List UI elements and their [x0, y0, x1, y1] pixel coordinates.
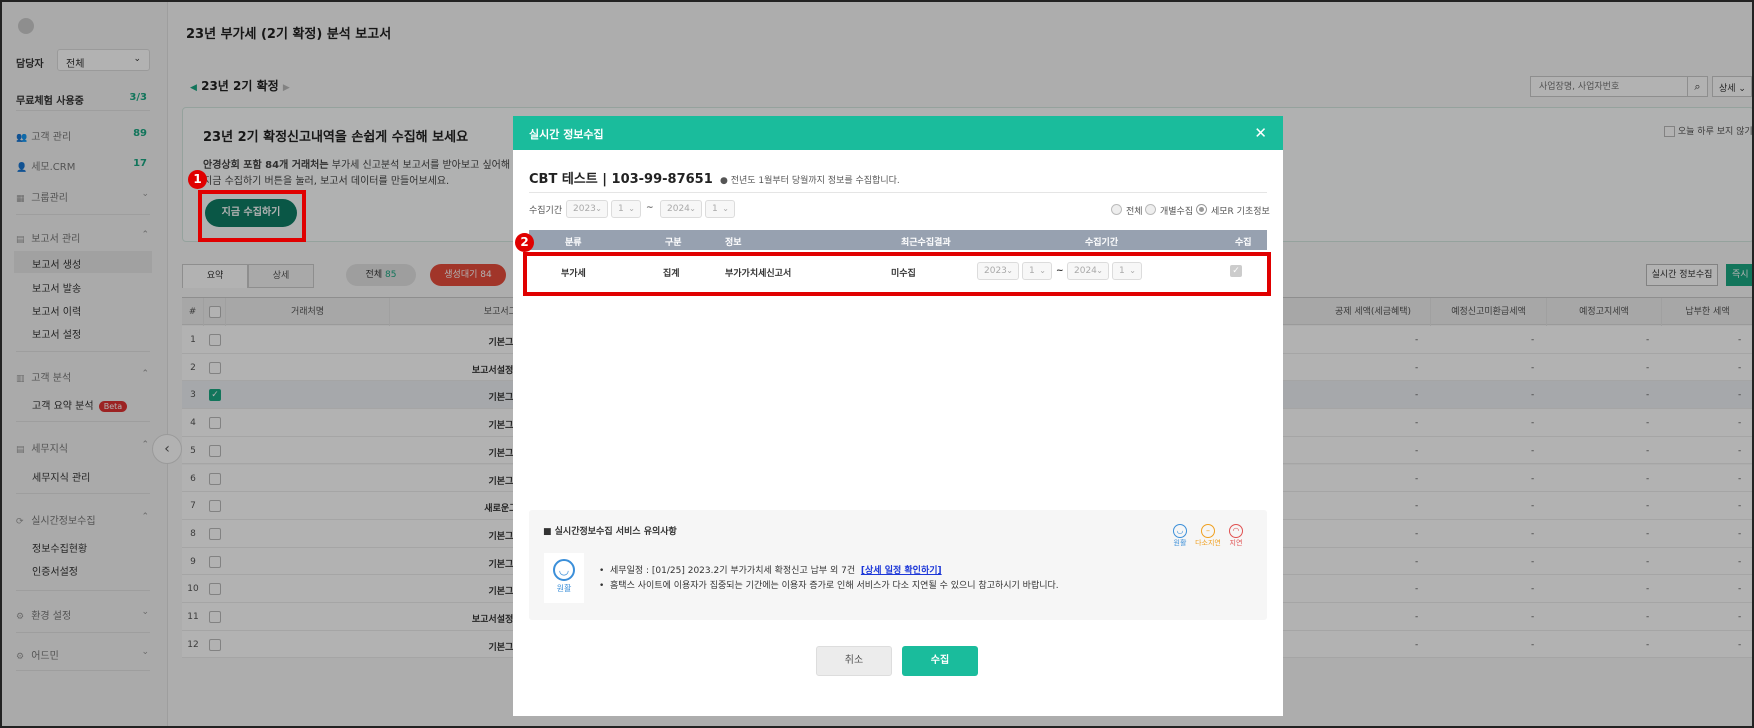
company-info: CBT 테스트 | 103-99-87651 ● 전년도 1월부터 당월까지 정…	[529, 168, 900, 187]
schedule-link[interactable]: [상세 일정 확인하기]	[861, 566, 942, 576]
status-slow: – 다소지연	[1195, 524, 1221, 547]
highlight-modal-row	[523, 252, 1271, 296]
cancel-button[interactable]: 취소	[816, 646, 892, 676]
collect-notice: ● 전년도 1월부터 당월까지 정보를 수집합니다.	[719, 176, 900, 186]
modal-header: 실시간 정보수집 ✕	[513, 116, 1283, 150]
neutral-face-icon: –	[1201, 524, 1215, 538]
status-smooth: ◡ 원활	[1173, 524, 1187, 547]
modal-table-header: 분류 구분 정보 최근수집결과 수집기간 수집	[529, 230, 1267, 250]
radio-individual[interactable]	[1145, 204, 1156, 215]
chevron-down-icon: ⌄	[595, 204, 602, 213]
note-line2: • 홈택스 사이트에 이용자가 집중되는 기간에는 이용자 증가로 인해 서비스…	[599, 581, 1059, 591]
annotation-badge-2: 2	[515, 233, 534, 252]
notice-title: ■ 실시간정보수집 서비스 유의사항	[543, 527, 677, 537]
smile-icon: ◡	[553, 559, 575, 581]
chevron-down-icon: ⌄	[722, 204, 729, 213]
from-month-select[interactable]: 1 ⌄	[611, 200, 641, 218]
note-line1: • 세무일정 : [01/25] 2023.2기 부가가치세 확정신고 납부 외…	[599, 566, 942, 576]
chevron-down-icon: ⌄	[628, 204, 635, 213]
radio-semor-label: 세모R 기초정보	[1211, 207, 1270, 217]
status-indicator: ◡ 원활	[544, 553, 584, 603]
notice-box: ■ 실시간정보수집 서비스 유의사항 ◡ 원활 – 다소지연 ◠ 지연 ◡ 원활…	[529, 510, 1267, 620]
radio-all-label: 전체	[1126, 207, 1143, 217]
submit-button[interactable]: 수집	[902, 646, 978, 676]
sad-face-icon: ◠	[1229, 524, 1243, 538]
radio-individual-label: 개별수집	[1160, 207, 1194, 217]
realtime-collect-modal: 실시간 정보수집 ✕ CBT 테스트 | 103-99-87651 ● 전년도 …	[513, 116, 1283, 716]
highlight-collect-now	[198, 190, 306, 242]
to-year-select[interactable]: 2024 ⌄	[660, 200, 702, 218]
radio-all[interactable]	[1111, 204, 1122, 215]
company-name: CBT 테스트 | 103-99-87651	[529, 172, 713, 187]
chevron-down-icon: ⌄	[689, 204, 696, 213]
to-month-select[interactable]: 1 ⌄	[705, 200, 735, 218]
from-year-select[interactable]: 2023 ⌄	[566, 200, 608, 218]
smile-icon: ◡	[1173, 524, 1187, 538]
modal-title: 실시간 정보수집	[529, 128, 604, 141]
period-label: 수집기간	[529, 206, 563, 216]
radio-semor[interactable]	[1196, 204, 1207, 215]
close-icon[interactable]: ✕	[1254, 124, 1267, 142]
range-tilde: ~	[646, 203, 654, 213]
status-delay: ◠ 지연	[1229, 524, 1243, 547]
annotation-badge-1: 1	[188, 170, 207, 189]
